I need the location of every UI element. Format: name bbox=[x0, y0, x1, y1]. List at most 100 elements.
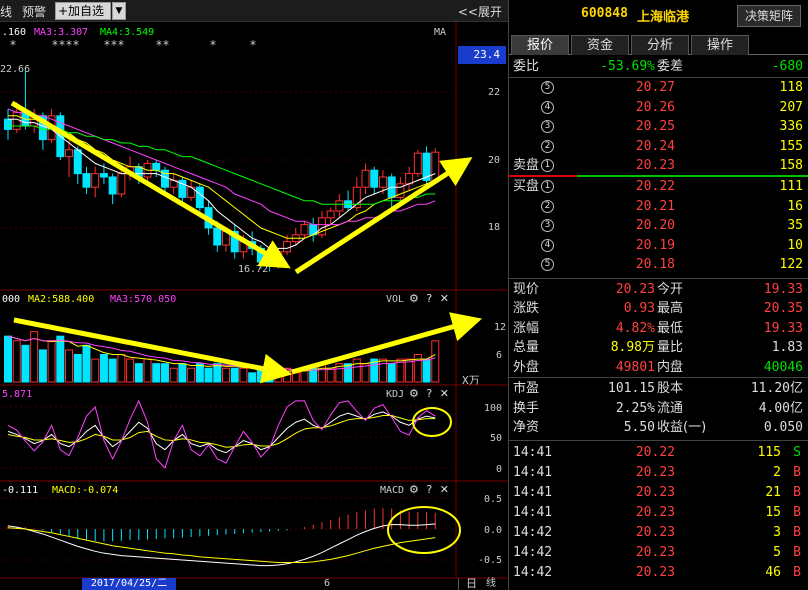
macd-dea-line bbox=[7, 527, 436, 563]
add-watchlist-button[interactable]: +加自选 bbox=[55, 2, 111, 20]
tick-price: 20.23 bbox=[635, 525, 675, 540]
vol-tag[interactable]: VOL bbox=[386, 294, 404, 305]
level-badge: 1 bbox=[541, 159, 554, 172]
volume-bar bbox=[431, 340, 440, 383]
candle-up bbox=[65, 149, 74, 158]
tick-side: B bbox=[793, 565, 801, 580]
fundamental-label: 收益(一) bbox=[657, 420, 707, 435]
macd-tag[interactable]: MACD bbox=[380, 485, 404, 496]
volume-bar bbox=[326, 367, 335, 383]
expand-button[interactable]: <<展开 bbox=[458, 3, 502, 20]
tick-side: S bbox=[793, 445, 801, 460]
close-icon[interactable]: ✕ bbox=[440, 292, 449, 305]
volume-bar bbox=[12, 340, 21, 383]
tick-price: 20.23 bbox=[635, 565, 675, 580]
ma-tag[interactable]: MA bbox=[434, 27, 446, 38]
volume-bar bbox=[108, 358, 117, 383]
ma-label-1: .160 bbox=[2, 27, 27, 38]
fundamental-value: 2.25% bbox=[615, 400, 655, 416]
stat-value: 0.93 bbox=[623, 301, 655, 317]
macd-label-1: -0.111 bbox=[2, 485, 39, 496]
stat-label: 现价 bbox=[513, 282, 540, 297]
macd-highlight-circle bbox=[387, 506, 461, 554]
fundamental-value: 0.050 bbox=[763, 420, 803, 435]
bid-volume: 111 bbox=[779, 179, 803, 194]
stat-label: 最低 bbox=[657, 320, 684, 336]
tab-analysis[interactable]: 分析 bbox=[631, 35, 689, 55]
toolbar-line-label[interactable]: 线 bbox=[0, 3, 12, 20]
signal-star: *** bbox=[104, 38, 125, 52]
gear-icon[interactable]: ⚙ bbox=[409, 292, 419, 305]
decision-matrix-button[interactable]: 决策矩阵 bbox=[737, 5, 801, 27]
macd-y-axis-tick: 0.5 bbox=[484, 494, 503, 505]
candle-up bbox=[126, 166, 135, 175]
volume-bar bbox=[143, 358, 152, 383]
kdj-d-line bbox=[7, 415, 436, 448]
close-icon[interactable]: ✕ bbox=[440, 483, 449, 496]
candle-up bbox=[291, 234, 300, 243]
bid-volume: 122 bbox=[779, 257, 803, 272]
tab-quote[interactable]: 报价 bbox=[511, 35, 569, 55]
candle-down bbox=[256, 247, 265, 263]
period-day-button[interactable]: 日 bbox=[458, 578, 484, 590]
stat-value: 19.33 bbox=[763, 282, 803, 297]
vol-label-1: 000 bbox=[2, 294, 21, 305]
stat-value: 1.83 bbox=[771, 340, 803, 356]
gear-icon[interactable]: ⚙ bbox=[409, 387, 419, 400]
chart-area[interactable]: 线 预警 +加自选 ▼ <<展开 .160 MA3:3.307 MA4:3.54… bbox=[0, 0, 508, 590]
candle-up bbox=[396, 183, 405, 198]
bid-price: 20.18 bbox=[635, 257, 675, 272]
ma-yellow-line bbox=[8, 115, 436, 239]
ma-label-2: MA3:3.307 bbox=[34, 27, 89, 38]
candle-down bbox=[178, 179, 187, 198]
chevron-down-icon[interactable]: ▼ bbox=[112, 2, 126, 20]
volume-bar bbox=[222, 367, 230, 383]
fundamental-label: 净资 bbox=[513, 420, 540, 435]
help-icon[interactable]: ? bbox=[426, 483, 432, 496]
tick-volume: 115 bbox=[757, 445, 781, 460]
candle-down bbox=[309, 224, 318, 236]
bid-row: 4 20.19 10 bbox=[509, 236, 808, 255]
fundamental-value: 4.00亿 bbox=[758, 400, 803, 416]
gear-icon[interactable]: ⚙ bbox=[409, 483, 419, 496]
period-line-label[interactable]: 线 bbox=[486, 578, 496, 590]
bid-volume: 35 bbox=[787, 218, 803, 233]
tab-funds[interactable]: 资金 bbox=[571, 35, 629, 55]
help-icon[interactable]: ? bbox=[426, 292, 432, 305]
candle-down bbox=[195, 186, 204, 209]
y-axis-tick: 20 bbox=[488, 155, 501, 166]
tab-operation[interactable]: 操作 bbox=[691, 35, 749, 55]
kdj-y-axis-tick: 50 bbox=[490, 433, 503, 444]
candle-down bbox=[387, 176, 396, 198]
ask-volume: 158 bbox=[779, 158, 803, 173]
kdj-y-axis-tick: 0 bbox=[496, 464, 503, 475]
volume-bar bbox=[117, 354, 126, 383]
candle-up bbox=[352, 186, 361, 209]
tick-side: B bbox=[793, 465, 801, 480]
kdj-y-axis-tick: 100 bbox=[484, 403, 503, 414]
fundamental-value: 101.15 bbox=[608, 381, 655, 396]
high-price-label: 22.66 bbox=[0, 64, 31, 75]
kdj-tools: ⚙ ? ✕ bbox=[409, 387, 449, 400]
divider bbox=[509, 440, 808, 441]
volume-bar bbox=[317, 363, 326, 383]
level-badge: 4 bbox=[541, 238, 554, 252]
candle-down bbox=[134, 166, 143, 178]
tick-price: 20.23 bbox=[635, 505, 675, 520]
fundamental-label: 市盈 bbox=[513, 381, 540, 396]
candle-down bbox=[73, 149, 82, 175]
weicha-value: -680 bbox=[771, 59, 803, 74]
alert-button[interactable]: 预警 bbox=[22, 3, 46, 20]
y-axis-tick: 22 bbox=[488, 87, 501, 98]
candle-up bbox=[335, 200, 344, 212]
help-icon[interactable]: ? bbox=[426, 387, 432, 400]
candle-up bbox=[143, 162, 152, 178]
level-badge: 3 bbox=[541, 120, 554, 133]
close-icon[interactable]: ✕ bbox=[440, 387, 449, 400]
kdj-k-line bbox=[7, 411, 436, 454]
signal-star: ** bbox=[156, 38, 170, 52]
level-badge: 4 bbox=[541, 100, 554, 114]
volume-bar bbox=[82, 344, 91, 383]
kdj-tag[interactable]: KDJ bbox=[386, 389, 404, 400]
tick-time: 14:42 bbox=[513, 565, 553, 580]
